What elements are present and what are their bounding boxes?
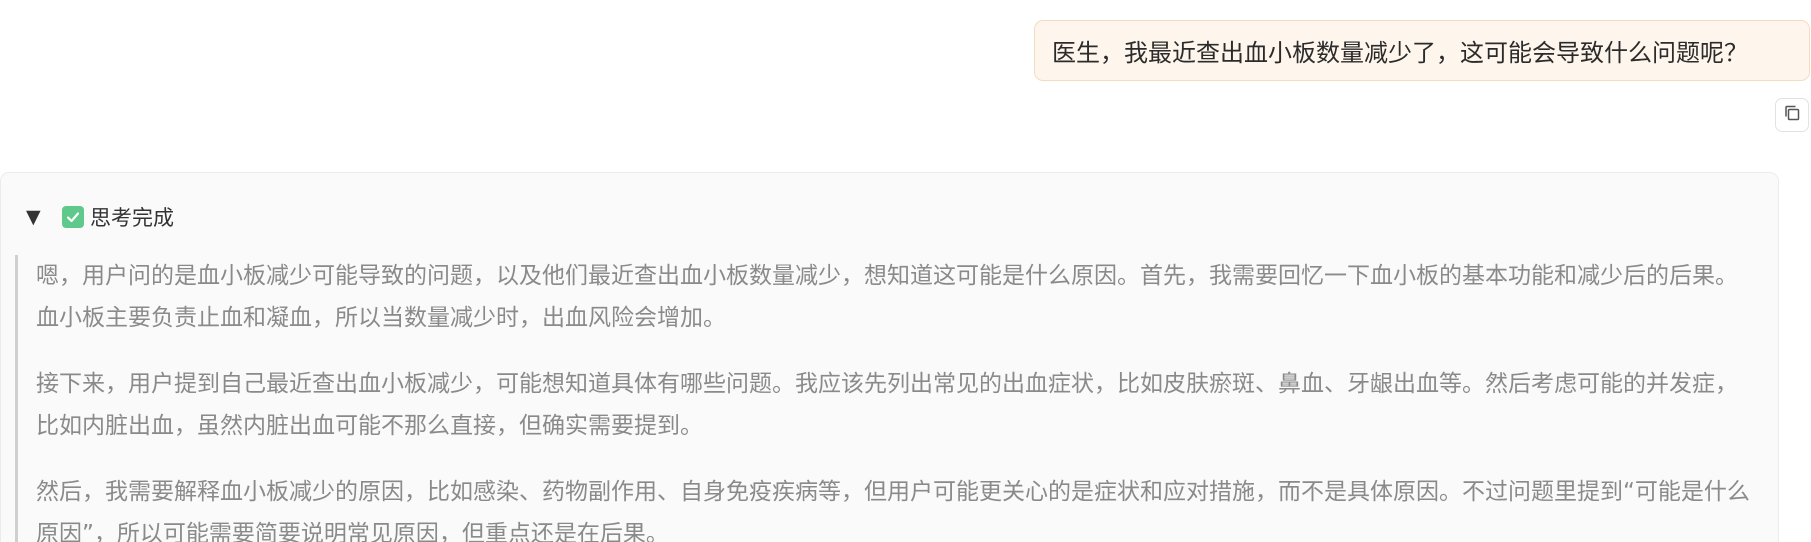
copy-button[interactable] <box>1775 98 1809 132</box>
user-message-bubble: 医生，我最近查出血小板数量减少了，这可能会导致什么问题呢？ <box>1034 20 1810 81</box>
user-message-text: 医生，我最近查出血小板数量减少了，这可能会导致什么问题呢？ <box>1052 39 1748 67</box>
collapse-triangle-icon: ▼ <box>26 206 41 228</box>
check-icon <box>62 206 84 228</box>
copy-icon <box>1783 104 1801 126</box>
chat-view: 医生，我最近查出血小板数量减少了，这可能会导致什么问题呢？ ▼ 思考完成 嗯，用… <box>0 0 1811 542</box>
thinking-paragraph: 然后，我需要解释血小板减少的原因，比如感染、药物副作用、自身免疫疾病等，但用户可… <box>36 479 1750 542</box>
thinking-status-label: 思考完成 <box>90 206 174 230</box>
thinking-toggle[interactable]: ▼ 思考完成 <box>26 200 174 234</box>
thinking-paragraph: 接下来，用户提到自己最近查出血小板减少，可能想知道具体有哪些问题。我应该先列出常… <box>36 371 1738 439</box>
thinking-paragraph: 嗯，用户问的是血小板减少可能导致的问题，以及他们最近查出血小板数量减少，想知道这… <box>36 263 1738 331</box>
thinking-content: 嗯，用户问的是血小板减少可能导致的问题，以及他们最近查出血小板数量减少，想知道这… <box>15 255 1755 542</box>
